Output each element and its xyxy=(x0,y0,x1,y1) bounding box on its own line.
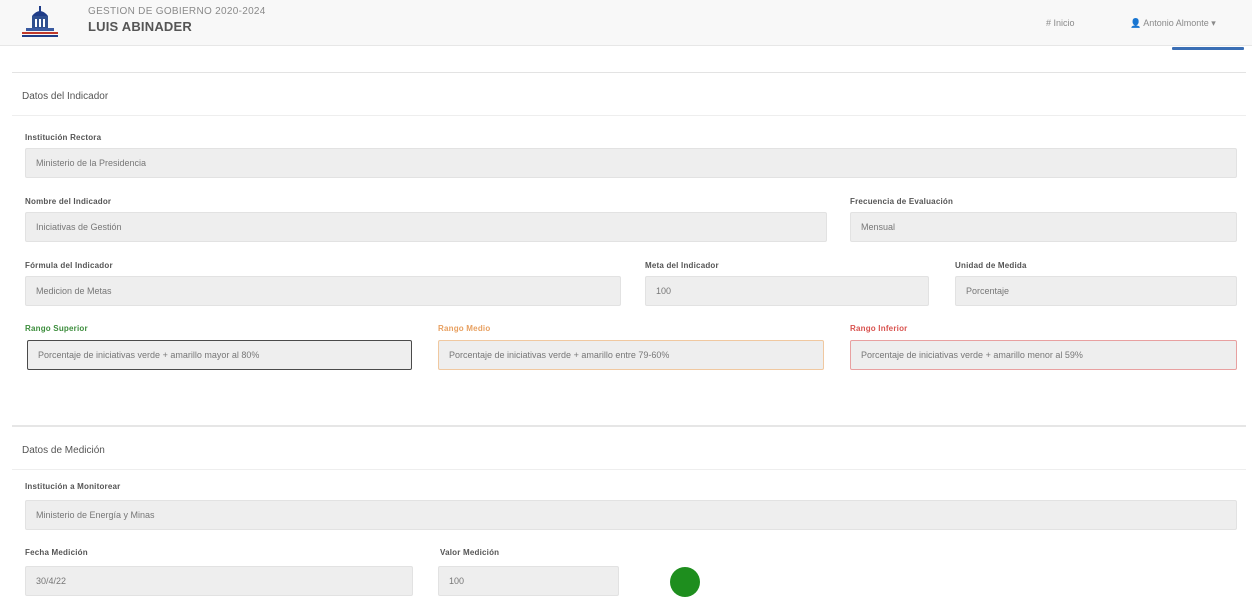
brand-subtitle: GESTION DE GOBIERNO 2020-2024 xyxy=(88,6,266,17)
user-menu-label: Antonio Almonte ▾ xyxy=(1143,18,1216,28)
formula-field[interactable]: Medicion de Metas xyxy=(25,276,621,306)
status-indicator-dot xyxy=(670,567,700,597)
rango-inferior-field[interactable]: Porcentaje de iniciativas verde + amaril… xyxy=(850,340,1237,370)
institucion-monitorear-field[interactable]: Ministerio de Energía y Minas xyxy=(25,500,1237,530)
rango-superior-label: Rango Superior xyxy=(25,324,88,333)
frecuencia-field[interactable]: Mensual xyxy=(850,212,1237,242)
user-menu[interactable]: 👤 Antonio Almonte ▾ xyxy=(1130,18,1216,29)
valor-field[interactable]: 100 xyxy=(438,566,619,596)
divider xyxy=(12,115,1246,116)
unidad-field[interactable]: Porcentaje xyxy=(955,276,1237,306)
panel-heading: Datos del Indicador xyxy=(22,91,109,102)
fecha-label: Fecha Medición xyxy=(25,548,88,557)
brand-title: LUIS ABINADER xyxy=(88,19,192,34)
accent-tab[interactable] xyxy=(1172,47,1244,50)
frecuencia-label: Frecuencia de Evaluación xyxy=(850,197,954,206)
user-icon: 👤 xyxy=(1130,18,1142,28)
rango-medio-field[interactable]: Porcentaje de iniciativas verde + amaril… xyxy=(438,340,824,370)
institucion-rectora-label: Institución Rectora xyxy=(25,133,102,142)
nombre-indicador-label: Nombre del Indicador xyxy=(25,197,112,206)
meta-label: Meta del Indicador xyxy=(645,261,719,270)
rango-superior-field[interactable]: Porcentaje de iniciativas verde + amaril… xyxy=(27,340,412,370)
unidad-label: Unidad de Medida xyxy=(955,261,1027,270)
brand[interactable]: GESTION DE GOBIERNO 2020-2024 LUIS ABINA… xyxy=(88,6,266,34)
valor-label: Valor Medición xyxy=(440,548,500,557)
institucion-rectora-field[interactable]: Ministerio de la Presidencia xyxy=(25,148,1237,178)
sub-bar xyxy=(0,46,1252,52)
panel-heading: Datos de Medición xyxy=(22,445,105,456)
institucion-monitorear-label: Institución a Monitorear xyxy=(25,482,121,491)
nombre-indicador-field[interactable]: Iniciativas de Gestión xyxy=(25,212,827,242)
fecha-field[interactable]: 30/4/22 xyxy=(25,566,413,596)
meta-field[interactable]: 100 xyxy=(645,276,929,306)
divider xyxy=(12,469,1246,470)
rango-medio-label: Rango Medio xyxy=(438,324,491,333)
top-navbar: GESTION DE GOBIERNO 2020-2024 LUIS ABINA… xyxy=(0,0,1252,46)
nav-home-link[interactable]: # Inicio xyxy=(1046,18,1075,28)
government-seal-logo[interactable] xyxy=(18,4,62,40)
formula-label: Fórmula del Indicador xyxy=(25,261,113,270)
rango-inferior-label: Rango Inferior xyxy=(850,324,908,333)
